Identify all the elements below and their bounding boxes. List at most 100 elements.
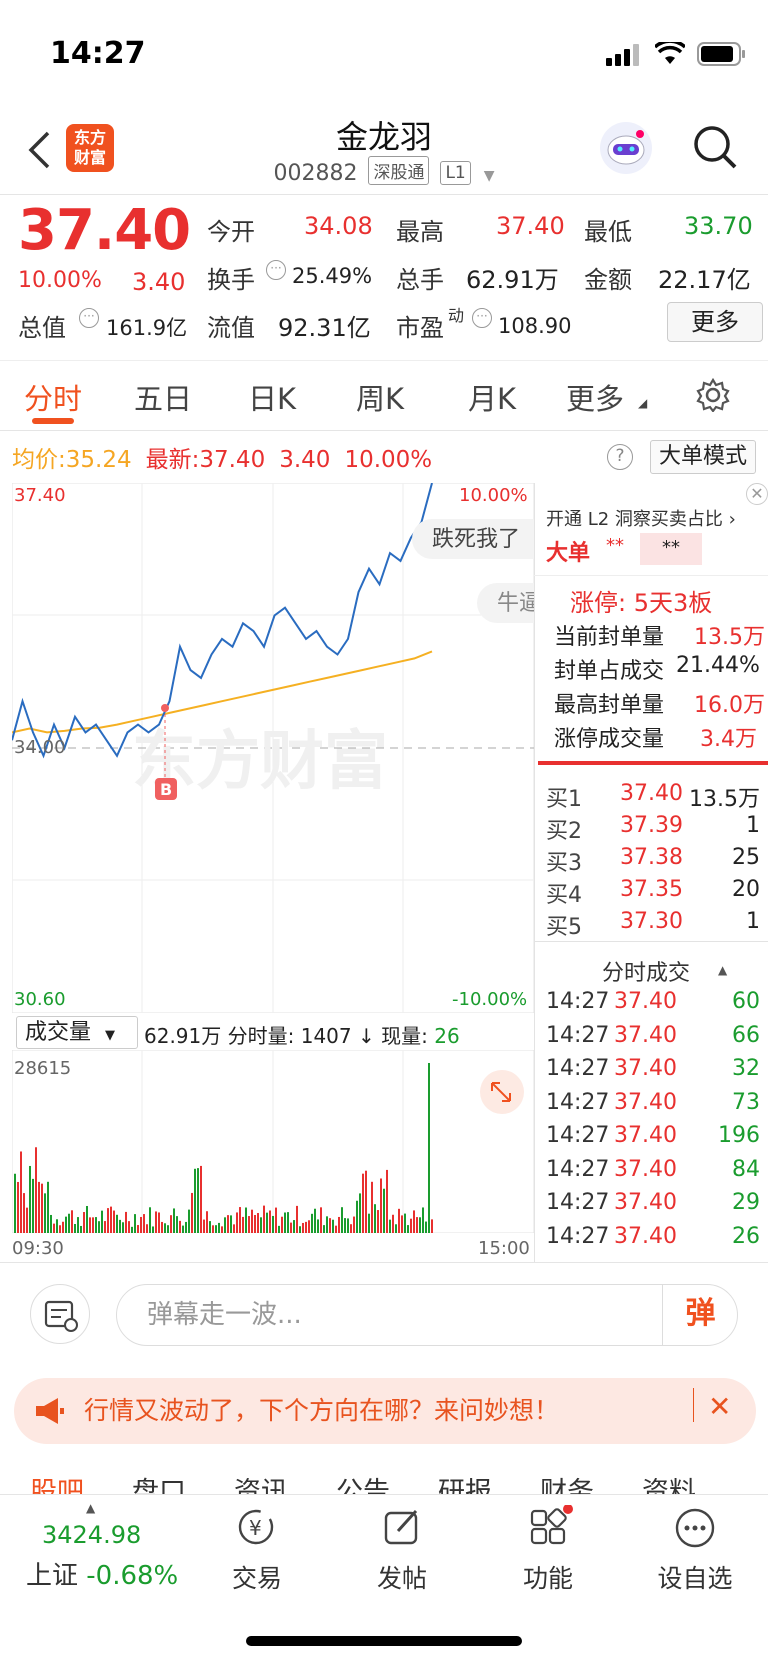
bid-level-label: 买3 <box>546 851 582 876</box>
volume-bar <box>50 1214 52 1233</box>
limit-up-title: 涨停: 5天3板 <box>570 589 713 617</box>
big-order-mode-button[interactable]: 大单模式 <box>650 440 756 474</box>
volume-bar <box>26 1207 28 1233</box>
volume-bar <box>248 1216 250 1233</box>
more-quote-button[interactable]: 更多 <box>667 302 763 342</box>
volume-bar <box>230 1215 232 1233</box>
close-icon[interactable]: ✕ <box>746 483 768 505</box>
mid-price-label: 34.00 <box>14 737 66 758</box>
volume-bar <box>203 1219 205 1233</box>
mktcap-value: 161.9亿 <box>106 316 188 340</box>
big-order-red: ** <box>606 535 624 556</box>
trade-price: 37.40 <box>614 1190 677 1215</box>
float-value: 92.31亿 <box>278 314 371 342</box>
volume-bar <box>221 1226 223 1233</box>
volume-bar <box>359 1193 361 1233</box>
bid-price: 37.38 <box>620 845 683 870</box>
subtab[interactable]: 股吧 <box>30 1470 84 1496</box>
trade-price: 37.40 <box>614 1056 677 1081</box>
seal-current-value: 13.5万 <box>694 625 765 650</box>
subtab[interactable]: 公告 <box>336 1470 390 1496</box>
volume-bar <box>368 1213 370 1233</box>
stock-header: 东方 财富 金龙羽 002882 深股通 L1 ▼ <box>0 110 768 194</box>
trade-time: 14:27 <box>546 1022 610 1048</box>
pe-dynamic-mark: 动 <box>448 306 465 325</box>
tab-intraday[interactable]: 分时 <box>24 376 82 418</box>
help-icon[interactable]: ? <box>607 444 633 470</box>
seal-max-label: 最高封单量 <box>554 693 665 718</box>
volume-bar <box>14 1173 16 1233</box>
volume-bar <box>68 1213 70 1233</box>
tab-daily-k[interactable]: 日K <box>248 376 296 418</box>
volume-selector[interactable]: 成交量 ▼ <box>16 1016 138 1049</box>
more-info-icon[interactable]: ··· <box>266 260 286 280</box>
trades-title: 分时成交 <box>602 961 691 986</box>
danmu-input[interactable]: 弹幕走一波... <box>116 1284 738 1346</box>
trade-quantity: 66 <box>732 1022 760 1048</box>
gear-icon[interactable] <box>696 378 730 412</box>
danmu-send-button[interactable]: 弹 <box>662 1284 738 1346</box>
high-value: 37.40 <box>496 212 565 240</box>
subtab[interactable]: 资料 <box>642 1470 696 1496</box>
danmu-settings-icon[interactable] <box>30 1284 90 1344</box>
volume-bar <box>176 1216 178 1233</box>
subtab[interactable]: 研报 <box>438 1470 492 1496</box>
more-info-icon[interactable]: ··· <box>79 308 99 328</box>
subtab[interactable]: 财务 <box>540 1470 594 1496</box>
tab-monthly-k[interactable]: 月K <box>468 376 516 418</box>
tab-weekly-k[interactable]: 周K <box>356 376 404 418</box>
ai-banner[interactable]: 行情又波动了，下个方向在哪？来问妙想！ <box>14 1378 756 1444</box>
intraday-chart[interactable]: 东方财富 B 37.40 10.00% 34.00 30.60 -10.00% … <box>12 483 534 1013</box>
bid-level-label: 买2 <box>546 819 582 844</box>
danmu-text: 牛逼 <box>497 591 534 616</box>
trade-quantity: 60 <box>732 989 760 1014</box>
more-dots-icon <box>675 1508 715 1548</box>
volume-bar <box>92 1217 94 1233</box>
search-icon[interactable] <box>692 124 738 170</box>
volume-bar <box>320 1207 322 1233</box>
trade-time: 14:27 <box>546 1190 610 1215</box>
battery-icon <box>697 42 745 66</box>
nav-trade[interactable]: 交易 <box>207 1559 307 1595</box>
subtab[interactable]: 资讯 <box>234 1470 288 1496</box>
nav-function[interactable]: 功能 <box>498 1559 598 1595</box>
divider <box>693 1388 694 1422</box>
index-ticker[interactable]: 上证 -0.68% <box>26 1555 178 1592</box>
volume-bar <box>191 1192 193 1233</box>
volume-bar <box>335 1225 337 1233</box>
tab-more[interactable]: 更多 <box>566 376 624 418</box>
chevron-up-icon[interactable]: ▲ <box>718 963 727 977</box>
trade-quantity: 84 <box>732 1156 760 1182</box>
limit-volume-label: 涨停成交量 <box>554 727 665 752</box>
trade-time: 14:27 <box>546 989 610 1014</box>
volume-bar <box>119 1219 121 1233</box>
volume-bar <box>227 1215 229 1233</box>
chevron-up-icon[interactable]: ▲ <box>86 1501 95 1515</box>
divider <box>0 194 768 195</box>
l2-upsell-link[interactable]: 开通 L2 洞察买卖占比 › <box>546 505 736 531</box>
tab-five-day[interactable]: 五日 <box>134 376 192 418</box>
nav-post[interactable]: 发帖 <box>352 1559 452 1595</box>
stock-code-row[interactable]: 002882 深股通 L1 ▼ <box>0 156 768 186</box>
volume-bar <box>431 1219 433 1233</box>
volume-bar <box>74 1224 76 1233</box>
volume-bar <box>257 1213 259 1233</box>
top-price-label: 37.40 <box>14 485 66 506</box>
volume-bar <box>401 1215 403 1233</box>
volume-chart[interactable]: 28615 09:30 <box>12 1050 534 1233</box>
open-label: 今开 <box>207 218 255 246</box>
subtab[interactable]: 盘口 <box>132 1470 186 1496</box>
nav-add-watchlist[interactable]: 设自选 <box>645 1559 745 1595</box>
more-info-icon[interactable]: ··· <box>472 308 492 328</box>
robot-assistant-icon[interactable] <box>600 122 652 174</box>
volume-bar <box>395 1224 397 1233</box>
bid-quantity: 1 <box>746 909 760 934</box>
volume-bar <box>278 1225 280 1233</box>
order-panel: ✕ 开通 L2 洞察买卖占比 › 大单 ** ** 涨停: 5天3板 当前封单量… <box>534 483 768 1263</box>
volume-bar <box>65 1216 67 1233</box>
close-icon[interactable]: ✕ <box>708 1390 731 1423</box>
volume-label: 总手 <box>396 266 444 294</box>
volume-bar <box>140 1216 142 1233</box>
volume-bar <box>314 1208 316 1233</box>
volume-bar <box>185 1221 187 1233</box>
